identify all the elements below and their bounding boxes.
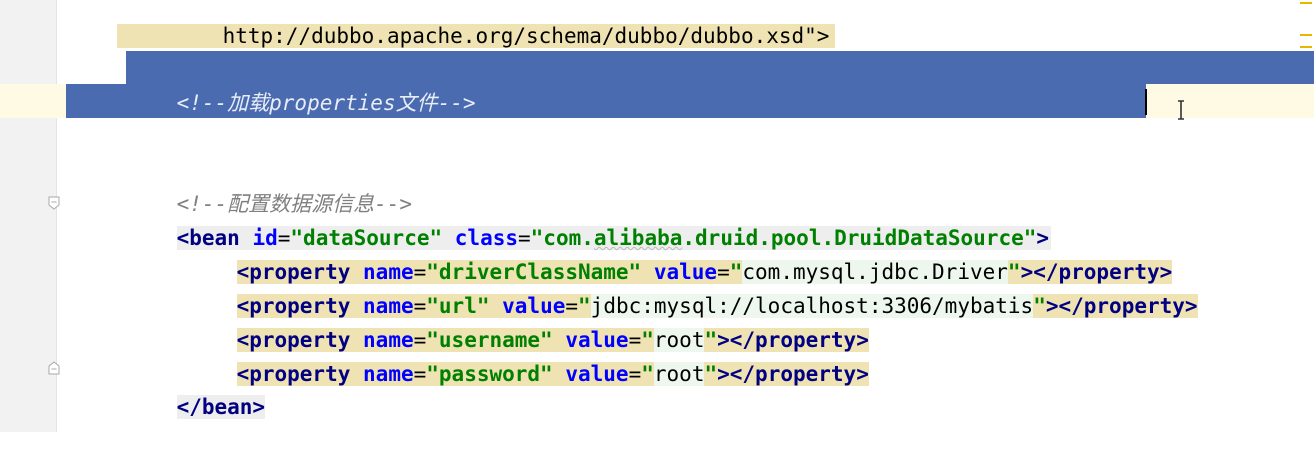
code-editor[interactable]: http://dubbo.apache.org/schema/dubbo/dub… — [0, 0, 1314, 432]
property-tag-close: ></property> — [717, 362, 869, 386]
value-text: root — [653, 362, 705, 386]
property-tag-close: ></property> — [1045, 294, 1198, 318]
code-line-comment-properties: <!--加载properties文件--> — [126, 52, 476, 115]
code-line-property-url: <property name="url" value="jdbc:mysql:/… — [236, 294, 1198, 318]
value-attr: value — [565, 362, 629, 386]
equals-sign: = — [657, 124, 670, 148]
text-caret — [1145, 89, 1147, 115]
code-line-property-username: <property name="username" value="root"><… — [236, 328, 869, 352]
schema-location-text: http://dubbo.apache.org/schema/dubbo/dub… — [222, 24, 830, 48]
context-tag-close: /> — [1011, 124, 1037, 148]
code-line-property-password: <property name="password" value="root"><… — [236, 362, 869, 386]
scrollbar-marker[interactable] — [1300, 2, 1312, 4]
value-quote-close: " — [704, 362, 718, 386]
code-line-property-driver: <property name="driverClassName" value="… — [236, 260, 1173, 284]
name-value: "password" — [426, 362, 553, 386]
context-tag-open: <context:property-placeholder — [176, 124, 544, 148]
scrollbar-marker[interactable] — [1300, 34, 1312, 36]
code-line-bean-open: <bean id="dataSource" class="com.alibaba… — [176, 226, 1052, 250]
text-cursor-icon — [1178, 100, 1184, 120]
code-line-comment-datasource: <!--配置数据源信息--> — [126, 153, 413, 216]
code-line-schema: http://dubbo.apache.org/schema/dubbo/dub… — [66, 0, 836, 48]
location-value: "classpath:jdbc.properties" — [669, 124, 1012, 148]
value-quote-open: " — [641, 362, 654, 386]
code-line-context-placeholder: <context:property-placeholder location="… — [126, 85, 1037, 148]
name-attr: name — [363, 362, 414, 386]
value-quote-close: " — [1033, 294, 1046, 318]
scrollbar-marker[interactable] — [1300, 46, 1312, 48]
bean-tag-close: </bean> — [176, 395, 266, 419]
location-attr: location — [555, 124, 658, 148]
code-line-bean-close: </bean> — [126, 356, 266, 419]
